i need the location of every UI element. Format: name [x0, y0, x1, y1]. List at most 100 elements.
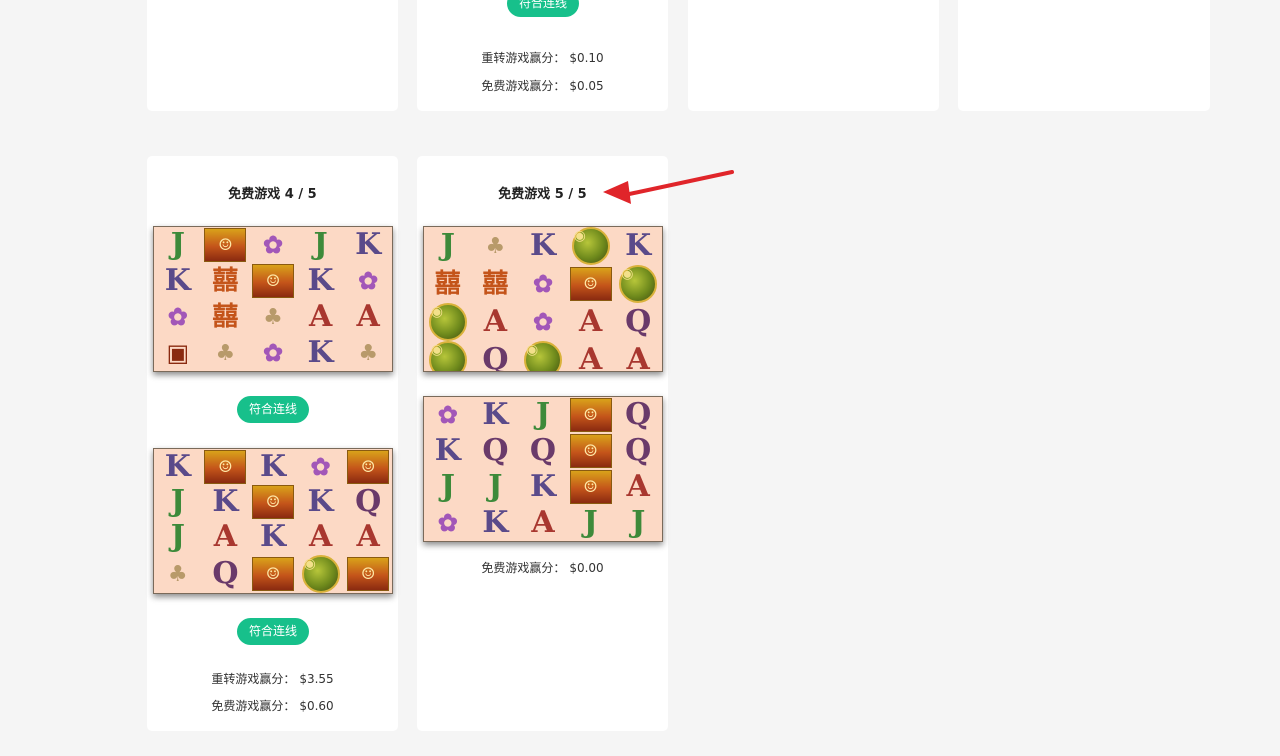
- free-game-win-label: 免费游戏赢分：: [481, 79, 566, 93]
- flower-icon: ✿: [358, 266, 379, 295]
- coin-icon: ◉: [523, 341, 562, 371]
- flower-icon: ✿: [262, 230, 284, 259]
- symbol-j: J: [154, 484, 202, 519]
- respin-win-label: 重转游戏赢分：: [481, 51, 566, 65]
- symbol-j: J: [424, 469, 472, 505]
- pic-icon: ☺: [204, 228, 247, 262]
- symbol-q: Q: [614, 303, 662, 341]
- symbol-letter: A: [483, 304, 508, 339]
- symbol-letter: J: [170, 227, 185, 262]
- symbol-letter: A: [578, 304, 603, 339]
- flower-icon: ✿: [437, 400, 458, 429]
- symbol-bag: ♣: [202, 335, 250, 371]
- symbol-k: K: [249, 520, 297, 555]
- free-game-4-card: 免费游戏 4 / 5 J ☺ ✿ J K K 囍 ☺ K ✿ ✿ 囍 ♣ A A ▣ ♣ ✿ K ♣ 符合连线 K ☺ K…: [147, 156, 398, 731]
- symbol-q: Q: [614, 433, 662, 469]
- symbol-k: K: [472, 397, 520, 433]
- symbol-q: Q: [202, 555, 250, 593]
- symbol-emblem: 囍: [424, 265, 472, 303]
- symbol-q: Q: [614, 397, 662, 433]
- pic-icon: ☺: [569, 434, 612, 468]
- symbol-pic: ☺: [202, 227, 250, 263]
- symbol-letter: K: [625, 228, 652, 263]
- slot-board: ✿ K J ☺ Q K Q Q ☺ Q J J K ☺ A ✿ K A J J: [423, 396, 663, 542]
- emblem-icon: 囍: [212, 266, 239, 296]
- symbol-letter: K: [482, 505, 509, 540]
- symbol-pic: ☺: [344, 449, 392, 484]
- symbol-k: K: [519, 469, 567, 505]
- symbol-letter: Q: [355, 483, 382, 519]
- pic-icon: ☺: [347, 556, 390, 591]
- symbol-letter: Q: [482, 342, 509, 372]
- symbol-letter: K: [529, 469, 557, 504]
- symbol-k: K: [249, 449, 297, 484]
- symbol-coin: ◉: [567, 227, 615, 265]
- symbol-j: J: [567, 505, 615, 541]
- symbol-coin: ◉: [614, 265, 662, 303]
- symbol-letter: K: [259, 519, 287, 555]
- symbol-letter: Q: [529, 433, 557, 468]
- symbol-letter: A: [578, 342, 603, 372]
- symbol-pic: ☺: [249, 263, 297, 299]
- bag-icon: ♣: [358, 340, 379, 366]
- symbol-flower: ✿: [297, 449, 345, 484]
- symbol-letter: J: [313, 227, 328, 262]
- symbol-a: A: [614, 469, 662, 505]
- flower-icon: ✿: [310, 451, 331, 481]
- emblem-icon: 囍: [482, 269, 509, 299]
- symbol-a: A: [202, 520, 250, 555]
- match-lines-button[interactable]: 符合连线: [236, 618, 310, 645]
- match-lines-button[interactable]: 符合连线: [236, 396, 310, 423]
- symbol-a: A: [472, 303, 520, 341]
- respin-win-label: 重转游戏赢分：: [211, 672, 296, 686]
- respin-win-stat: 重转游戏赢分： $0.10: [417, 49, 668, 66]
- symbol-letter: J: [440, 228, 455, 263]
- emblem-icon: 囍: [212, 302, 239, 332]
- symbol-k: K: [614, 227, 662, 265]
- symbol-emblem: 囍: [202, 299, 250, 335]
- symbol-a: A: [344, 299, 392, 335]
- symbol-pic: ☺: [567, 397, 615, 433]
- symbol-coin: ◉: [424, 303, 472, 341]
- symbol-emblem: 囍: [202, 263, 250, 299]
- symbol-letter: Q: [482, 433, 509, 468]
- symbol-coin: ◉: [519, 341, 567, 371]
- symbol-letter: A: [626, 342, 650, 372]
- symbol-j: J: [297, 227, 345, 263]
- symbol-j: J: [154, 520, 202, 555]
- symbol-j: J: [424, 227, 472, 265]
- symbol-letter: A: [356, 299, 380, 334]
- symbol-letter: A: [213, 519, 238, 555]
- symbol-letter: Q: [625, 433, 652, 468]
- symbol-q: Q: [472, 433, 520, 469]
- symbol-k: K: [202, 484, 250, 519]
- symbol-flower: ✿: [154, 299, 202, 335]
- symbol-bag: ♣: [154, 555, 202, 593]
- free-game-5-card: 免费游戏 5 / 5 J ♣ K ◉ K 囍囍 ✿ ☺ ◉ ◉ A ✿ A Q ◉ Q ◉ A A ✿ K J ☺ Q K Q Q…: [417, 156, 668, 731]
- coin-icon: ◉: [428, 341, 467, 371]
- pic-icon: ☺: [569, 398, 612, 432]
- symbol-letter: A: [626, 469, 650, 504]
- symbol-bag: ♣: [344, 335, 392, 371]
- symbol-letter: J: [535, 397, 551, 432]
- emblem-icon: 囍: [434, 269, 461, 299]
- symbol-pic: ☺: [567, 469, 615, 505]
- pic-icon: ☺: [204, 449, 247, 484]
- history-card-2: 符合连线 重转游戏赢分： $0.10 免费游戏赢分： $0.05: [417, 0, 668, 111]
- symbol-letter: J: [170, 483, 185, 519]
- symbol-letter: A: [356, 519, 380, 555]
- symbol-letter: K: [164, 263, 191, 298]
- flower-icon: ✿: [532, 269, 554, 298]
- respin-win-value: $3.55: [299, 672, 334, 686]
- symbol-a: A: [567, 341, 615, 372]
- match-lines-button[interactable]: 符合连线: [506, 0, 580, 17]
- free-game-win-value: $0.05: [569, 79, 604, 93]
- page: 符合连线 重转游戏赢分： $0.10 免费游戏赢分： $0.05 免费游戏 4 / …: [0, 0, 1280, 756]
- slot-board: J ☺ ✿ J K K 囍 ☺ K ✿ ✿ 囍 ♣ A A ▣ ♣ ✿ K ♣: [153, 226, 393, 372]
- respin-win-stat: 重转游戏赢分： $3.55: [147, 670, 398, 687]
- symbol-a: A: [519, 505, 567, 541]
- symbol-pic: ☺: [344, 555, 392, 593]
- symbol-letter: Q: [625, 304, 652, 339]
- coin-icon: ◉: [428, 303, 467, 341]
- chest-icon: ▣: [166, 338, 190, 367]
